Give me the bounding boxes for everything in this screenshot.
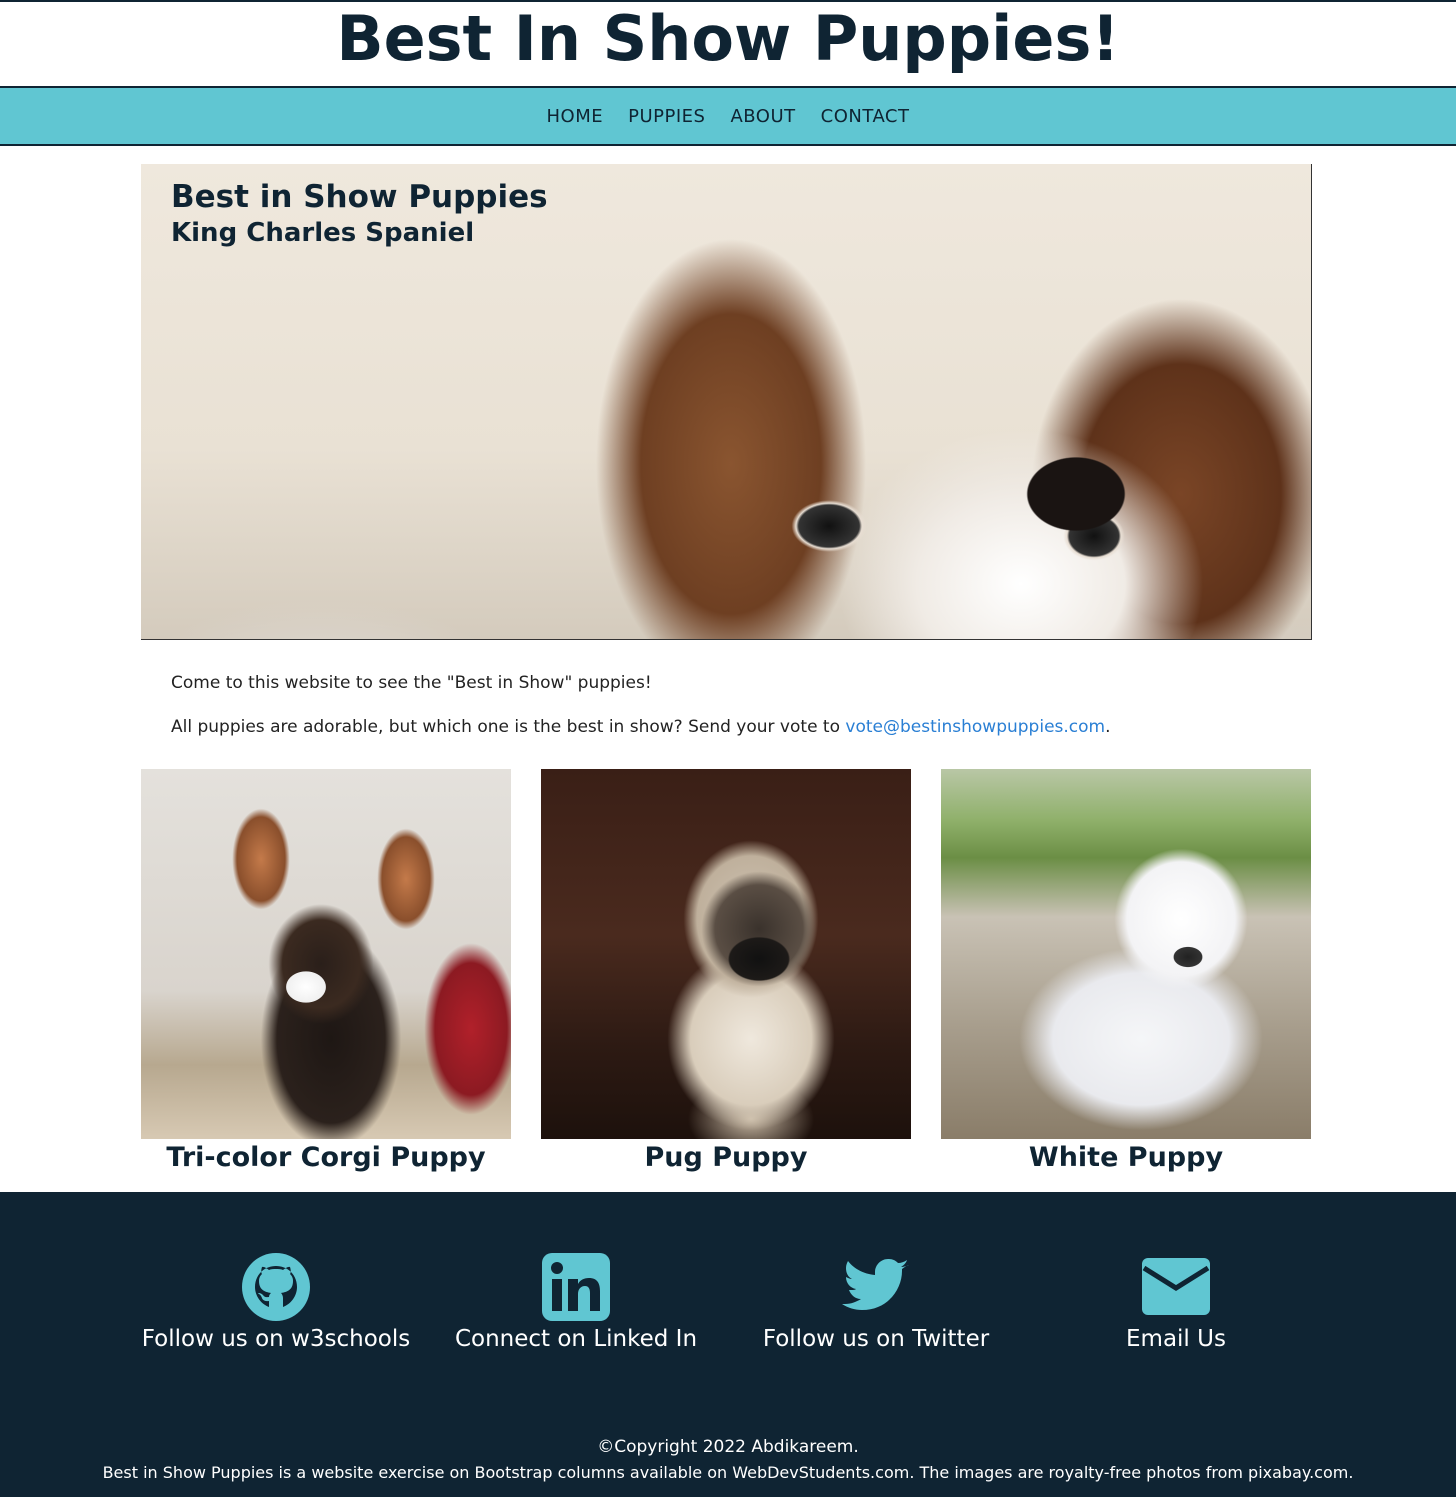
intro-section: Come to this website to see the "Best in…	[171, 670, 1311, 758]
twitter-icon	[842, 1259, 909, 1310]
social-label: Follow us on w3schools	[141, 1326, 411, 1352]
social-link-w3schools[interactable]: Follow us on w3schools	[126, 1252, 426, 1354]
social-label: Follow us on Twitter	[762, 1326, 990, 1352]
linkedin-icon	[542, 1253, 610, 1321]
envelope-icon	[1142, 1258, 1210, 1315]
site-footer: Follow us on w3schools Connect on Linked…	[0, 1192, 1456, 1497]
main-navbar: HOME PUPPIES ABOUT CONTACT	[0, 86, 1456, 146]
site-header: Best In Show Puppies!	[0, 2, 1456, 86]
puppy-gallery: Tri-color Corgi Puppy Pug Puppy White Pu…	[141, 769, 1311, 1179]
white-puppy-photo	[941, 769, 1311, 1139]
vote-email-link[interactable]: vote@bestinshowpuppies.com	[845, 717, 1105, 737]
hero-subtitle: King Charles Spaniel	[171, 218, 475, 248]
social-link-email[interactable]: Email Us	[1026, 1252, 1326, 1354]
social-link-linkedin[interactable]: Connect on Linked In	[426, 1252, 726, 1354]
hero-text: Best in Show Puppies King Charles Spanie…	[171, 178, 548, 250]
nav-link-puppies[interactable]: PUPPIES	[628, 106, 705, 127]
pug-puppy-photo	[541, 769, 911, 1139]
site-title: Best In Show Puppies!	[336, 2, 1120, 75]
credits-text: Best in Show Puppies is a website exerci…	[102, 1463, 1354, 1482]
hero-banner: Best in Show Puppies King Charles Spanie…	[141, 164, 1312, 640]
copyright-text: ©Copyright 2022 Abdikareem.	[597, 1437, 859, 1457]
social-label: Connect on Linked In	[454, 1326, 698, 1352]
social-label: Email Us	[1126, 1326, 1226, 1352]
github-icon	[242, 1253, 310, 1321]
puppy-name: Pug Puppy	[644, 1142, 808, 1173]
puppy-card-pug: Pug Puppy	[541, 769, 911, 1176]
puppy-name: White Puppy	[1028, 1142, 1224, 1173]
hero-title: Best in Show Puppies	[171, 179, 548, 215]
intro-text: Come to this website to see the "Best in…	[171, 673, 652, 693]
nav-link-home[interactable]: HOME	[546, 106, 603, 127]
vote-text-suffix: .	[1105, 717, 1111, 737]
vote-text: All puppies are adorable, but which one …	[171, 714, 1311, 740]
corgi-puppy-photo	[141, 769, 511, 1139]
social-link-twitter[interactable]: Follow us on Twitter	[726, 1252, 1026, 1354]
puppy-card-white: White Puppy	[941, 769, 1311, 1176]
nav-link-contact[interactable]: CONTACT	[821, 106, 910, 127]
vote-text-prefix: All puppies are adorable, but which one …	[171, 717, 846, 737]
puppy-card-corgi: Tri-color Corgi Puppy	[141, 769, 511, 1176]
social-links: Follow us on w3schools Connect on Linked…	[126, 1252, 1326, 1392]
puppy-name: Tri-color Corgi Puppy	[166, 1142, 486, 1173]
nav-link-about[interactable]: ABOUT	[730, 106, 795, 127]
